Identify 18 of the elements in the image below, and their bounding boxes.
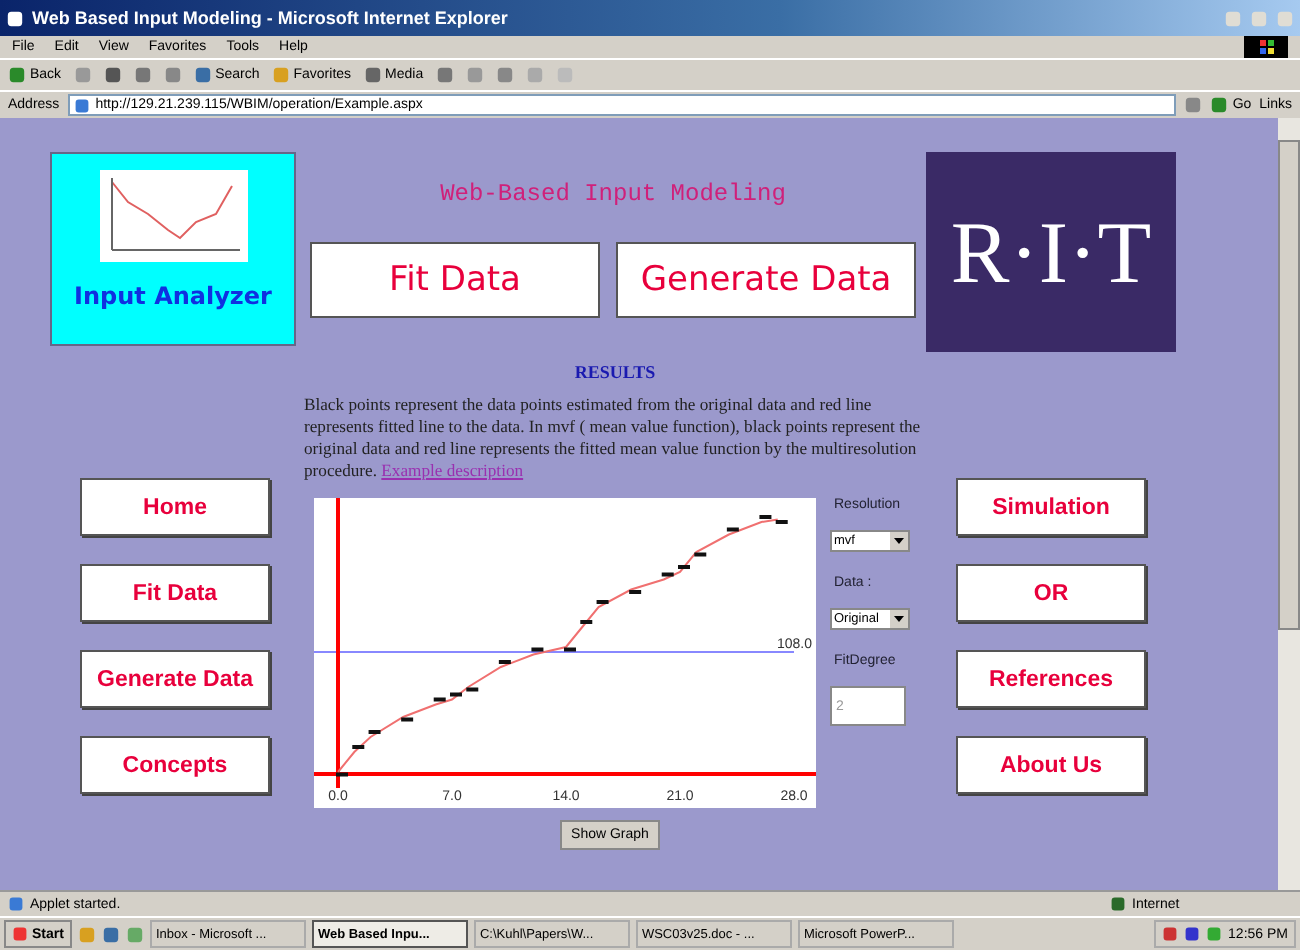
nav-button[interactable]: Generate Data <box>80 650 270 708</box>
results-heading: RESULTS <box>574 362 656 382</box>
nav-button[interactable]: About Us <box>956 736 1146 794</box>
description-text: Black points represent the data points estimated from the original data and red line represents fitted line to the data. In mvf ( mean value function), black points represent the original data and red line represents the fitted mean value function by the multiresolution procedure. Example description <box>304 394 923 482</box>
top-nav-button[interactable]: Fit Data <box>310 242 601 318</box>
nav-button[interactable]: OR <box>956 564 1146 622</box>
nav-button[interactable]: Concepts <box>80 736 270 794</box>
nav-button[interactable]: Fit Data <box>80 564 270 622</box>
scrollbar[interactable] <box>1278 118 1300 890</box>
input-analyzer-panel[interactable]: Input Analyzer <box>50 152 296 346</box>
nav-button[interactable]: Simulation <box>956 478 1146 536</box>
nav-button[interactable]: Home <box>80 478 270 536</box>
nav-button[interactable]: References <box>956 650 1146 708</box>
top-nav-button[interactable]: Generate Data <box>616 242 916 318</box>
logo-text: R·I·T <box>950 201 1152 303</box>
site-title: Web-Based Input Modeling <box>440 180 786 208</box>
window-title: Web Based Input Modeling - Microsoft Internet Explorer <box>32 8 510 28</box>
input-analyzer-caption: Input Analyzer <box>74 282 272 310</box>
